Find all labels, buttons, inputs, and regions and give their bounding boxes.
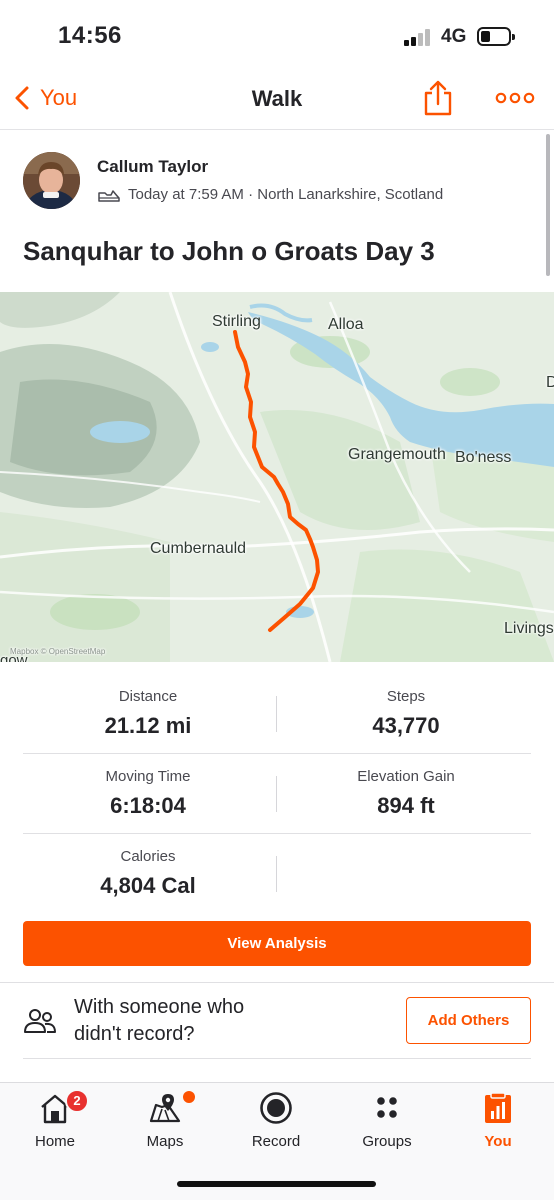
map-label-boness: Bo'ness (455, 449, 512, 466)
home-indicator[interactable] (177, 1181, 376, 1187)
divider (276, 696, 277, 732)
divider (276, 776, 277, 812)
tab-home[interactable]: 2 Home (0, 1083, 110, 1161)
stat-elevation-gain: Elevation Gain 894 ft (281, 754, 531, 819)
shoe-icon (98, 189, 120, 202)
activity-meta-text: Today at 7:59 AM · North Lanarkshire, Sc… (128, 186, 444, 203)
groups-icon (377, 1097, 397, 1118)
tab-groups[interactable]: Groups (332, 1083, 442, 1161)
activity-title: Sanquhar to John o Groats Day 3 (23, 236, 435, 266)
tab-label: Maps (146, 1133, 184, 1150)
athlete-header: Callum Taylor Today at 7:59 AM · North L… (23, 152, 523, 212)
divider (276, 856, 277, 892)
activity-meta: Today at 7:59 AM · North Lanarkshire, Sc… (97, 186, 443, 203)
stat-value: 4,804 Cal (100, 873, 196, 898)
tab-label: Groups (362, 1133, 412, 1150)
stats-grid: Distance 21.12 mi Steps 43,770 Moving Ti… (23, 674, 531, 914)
map-attribution[interactable]: Mapbox © OpenStreetMap (10, 647, 105, 656)
maps-icon (149, 1094, 181, 1123)
share-icon[interactable] (423, 79, 453, 117)
next-section-peek (23, 1058, 531, 1082)
map-label-stirling: Stirling (212, 313, 261, 330)
signal-icon (404, 28, 434, 46)
divider (0, 982, 554, 983)
stat-label: Elevation Gain (357, 768, 455, 785)
tab-maps[interactable]: Maps (110, 1083, 220, 1161)
stat-value: 6:18:04 (110, 793, 186, 818)
map-label-cumbernauld: Cumbernauld (150, 540, 247, 557)
with-someone-prompt: With someone who didn't record? (74, 996, 245, 1045)
people-icon (24, 1009, 56, 1033)
tab-label: Home (34, 1133, 75, 1150)
stat-row: Distance 21.12 mi Steps 43,770 (23, 674, 531, 754)
stat-calories: Calories 4,804 Cal (23, 834, 273, 899)
add-others-button[interactable]: Add Others (406, 997, 531, 1044)
page-title: Walk (251, 86, 303, 111)
map-label-edge: D (546, 374, 554, 391)
status-bar: 14:56 4G (0, 0, 554, 70)
more-options-icon[interactable] (495, 90, 535, 106)
stat-value: 43,770 (372, 713, 440, 738)
stat-value: 894 ft (377, 793, 435, 818)
new-indicator-dot (183, 1091, 195, 1103)
stat-label: Distance (118, 688, 178, 705)
network-type: 4G (441, 26, 467, 47)
view-analysis-button[interactable]: View Analysis (23, 921, 531, 966)
stat-row: Calories 4,804 Cal (23, 834, 531, 914)
stat-steps: Steps 43,770 (281, 674, 531, 739)
nav-header: You Walk (0, 70, 554, 130)
stat-label: Calories (120, 848, 176, 865)
record-icon (260, 1092, 292, 1124)
battery-icon (477, 27, 515, 46)
route-map[interactable]: Stirling Alloa Grangemouth Bo'ness Cumbe… (0, 292, 554, 662)
tab-you[interactable]: You (443, 1083, 553, 1161)
scrollbar[interactable] (546, 134, 550, 276)
map-label-grangemouth: Grangemouth (348, 446, 446, 463)
status-time: 14:56 (58, 22, 122, 49)
stat-distance: Distance 21.12 mi (23, 674, 273, 739)
stat-label: Moving Time (105, 768, 191, 785)
athlete-name[interactable]: Callum Taylor (97, 157, 208, 177)
tab-label: Record (251, 1133, 301, 1150)
avatar[interactable] (23, 152, 80, 209)
stat-value: 21.12 mi (104, 713, 192, 738)
notification-badge: 2 (65, 1089, 89, 1113)
stat-moving-time: Moving Time 6:18:04 (23, 754, 273, 819)
map-label-livingston: Livings (504, 620, 554, 637)
tab-record[interactable]: Record (221, 1083, 331, 1161)
tab-label: You (484, 1133, 512, 1150)
stat-row: Moving Time 6:18:04 Elevation Gain 894 f… (23, 754, 531, 834)
you-icon (485, 1092, 511, 1123)
map-canvas (0, 292, 554, 662)
stat-label: Steps (386, 688, 426, 705)
map-label-alloa: Alloa (328, 316, 364, 333)
